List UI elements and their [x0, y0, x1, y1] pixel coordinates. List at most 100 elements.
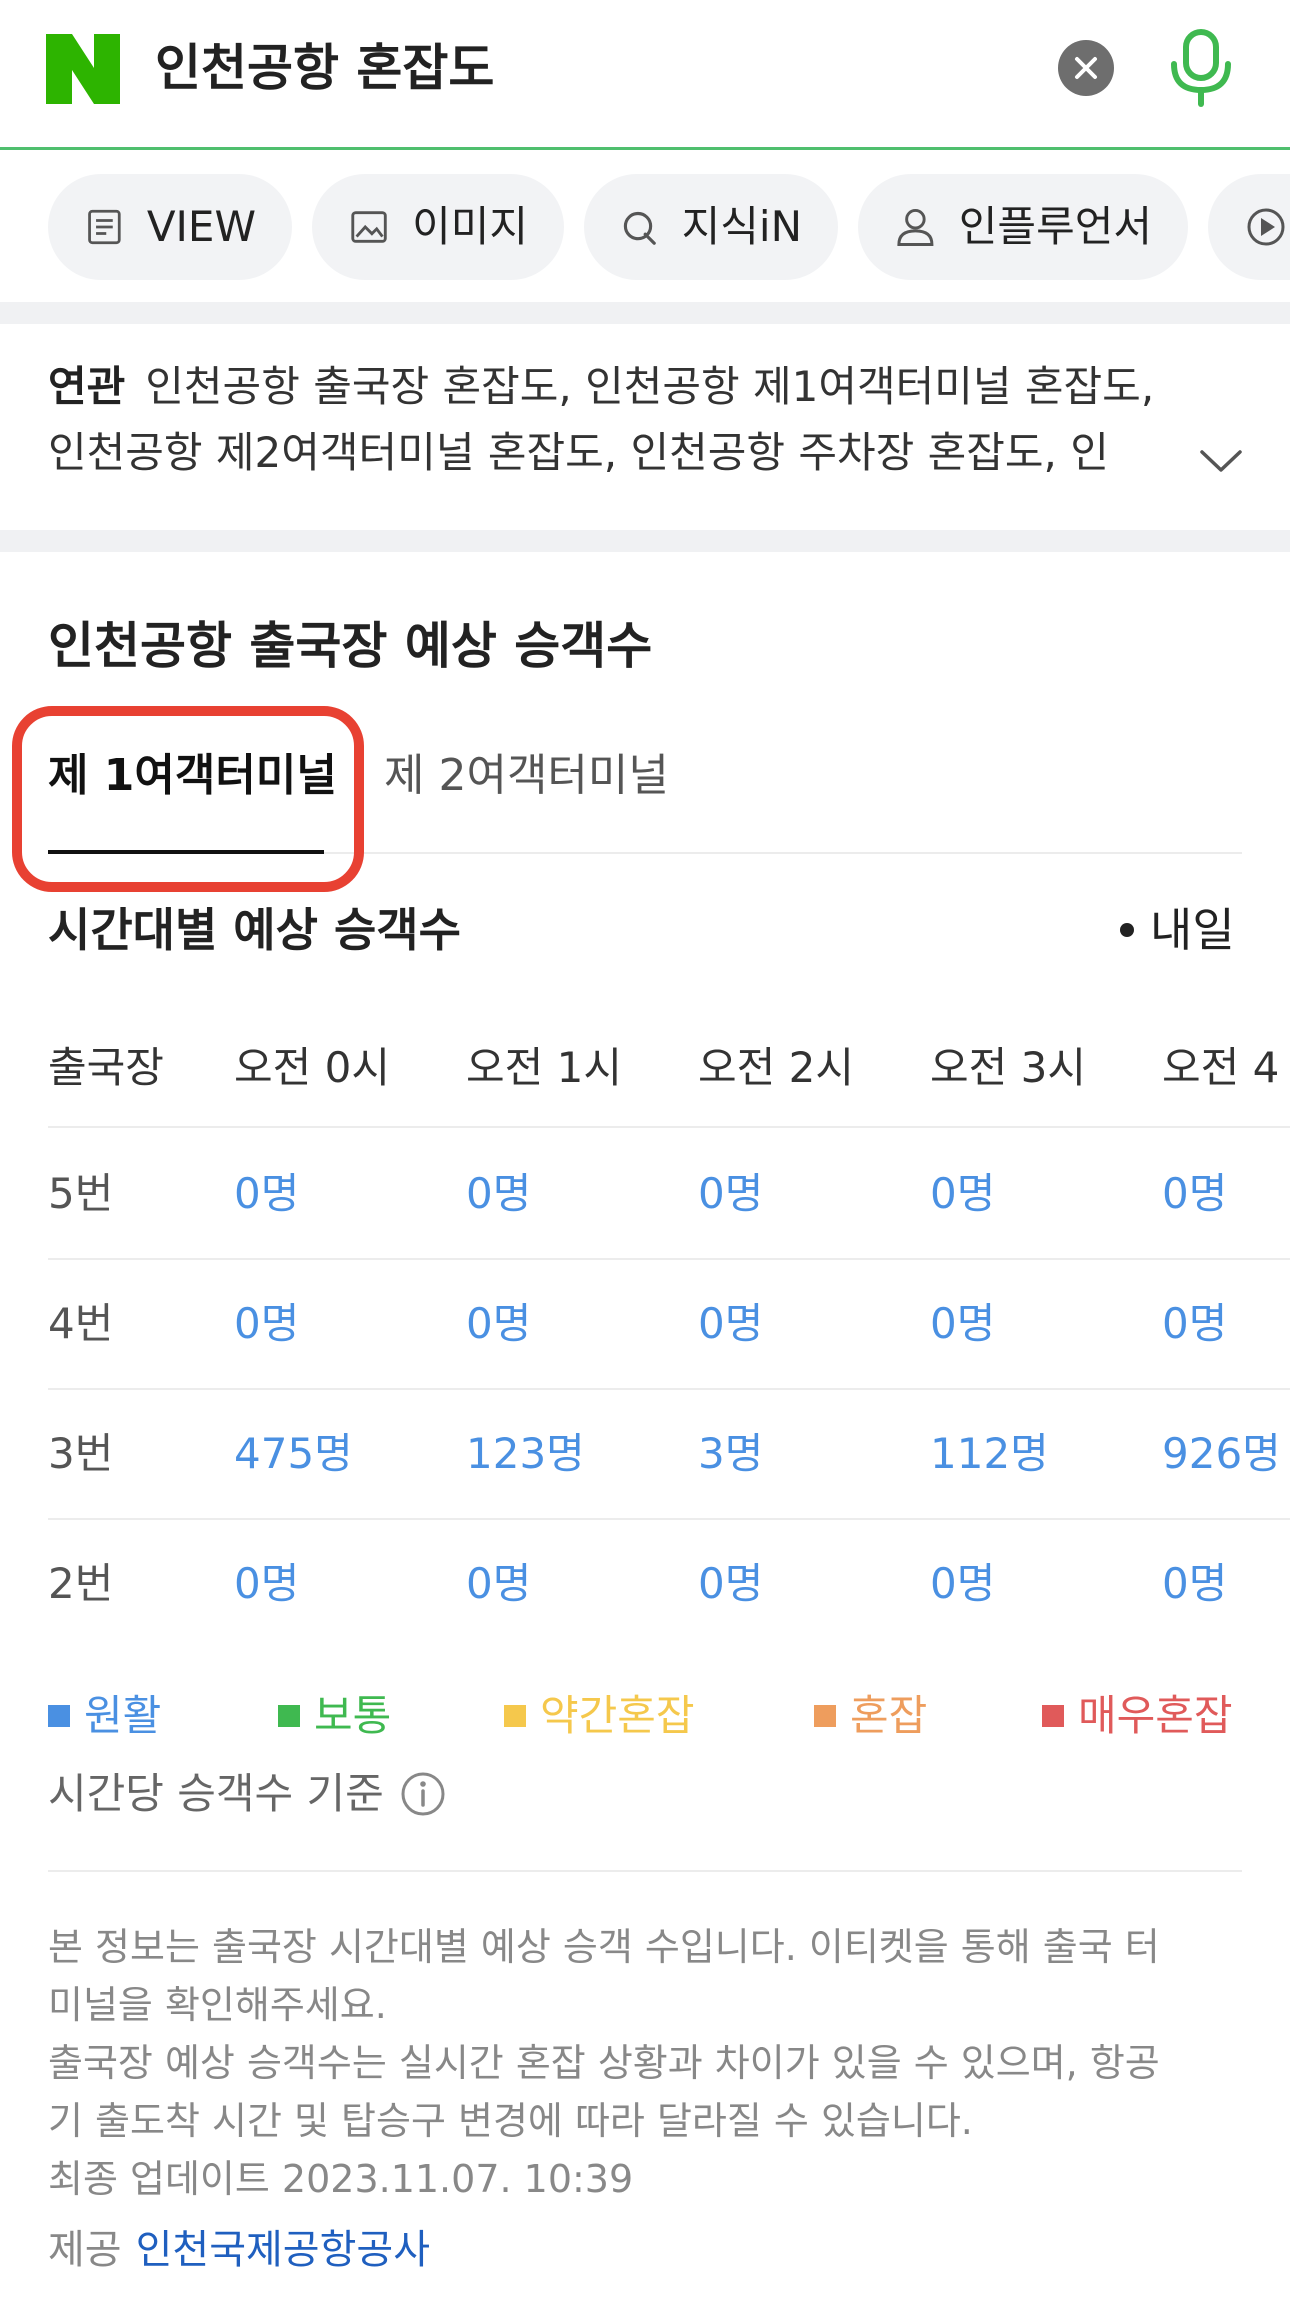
gate-label: 3번: [48, 1429, 114, 1478]
header-gate: 출국장: [48, 1043, 164, 1092]
passenger-count: 0명: [234, 1299, 300, 1348]
passenger-count: 112명: [930, 1429, 1049, 1478]
gate-label: 4번: [48, 1299, 114, 1348]
tab-view-label: VIEW: [146, 202, 256, 251]
document-icon: [88, 209, 121, 245]
passenger-count: 0명: [466, 1299, 532, 1348]
notice-line: 기 출도착 시간 및 탑승구 변경에 따라 달라질 수 있습니다.: [48, 2099, 973, 2143]
legend-item-smooth: 원활: [48, 1686, 161, 1746]
passenger-count: 0명: [466, 1169, 532, 1218]
header-hour: 오전 4: [1162, 1043, 1280, 1092]
related-label: 연관: [48, 362, 126, 411]
header-hour: 오전 0시: [234, 1043, 390, 1092]
tab-knowledge-in-label: 지식iN: [681, 202, 802, 251]
passenger-count: 0명: [1162, 1299, 1228, 1348]
header-hour: 오전 1시: [466, 1043, 622, 1092]
table-row: 3번 475명 123명 3명 112명 926명: [48, 1390, 1290, 1520]
passenger-count: 0명: [234, 1559, 300, 1608]
header-hour: 오전 2시: [698, 1043, 854, 1092]
section-title: 인천공항 출국장 예상 승객수: [48, 617, 653, 675]
passenger-count: 0명: [1162, 1559, 1228, 1608]
section-separator: [0, 530, 1290, 552]
microphone-icon[interactable]: [1168, 28, 1234, 108]
divider: [48, 1870, 1242, 1872]
passenger-count: 0명: [1162, 1169, 1228, 1218]
passenger-count: 0명: [698, 1169, 764, 1218]
close-icon: [1075, 57, 1097, 79]
gate-label: 5번: [48, 1169, 114, 1218]
notice-line: 미널을 확인해주세요.: [48, 1983, 387, 2027]
passenger-count: 3명: [698, 1429, 764, 1478]
passenger-count: 0명: [930, 1169, 996, 1218]
legend-item-crowded: 혼잡: [814, 1686, 927, 1746]
passenger-count: 926명: [1162, 1429, 1281, 1478]
search-query-text[interactable]: 인천공항 혼잡도: [155, 36, 494, 100]
legend-swatch: [48, 1705, 70, 1727]
basis-note: 시간당 승객수 기준: [48, 1764, 446, 1824]
legend-label: 보통: [314, 1691, 392, 1740]
passenger-count: 123명: [466, 1429, 585, 1478]
passenger-table[interactable]: 출국장 오전 0시 오전 1시 오전 2시 오전 3시 오전 4 5번 0명 0…: [48, 1008, 1290, 1648]
legend-swatch: [814, 1705, 836, 1727]
tab-images-label: 이미지: [412, 202, 528, 251]
tab-influencer[interactable]: 인플루언서: [858, 174, 1188, 280]
day-selector[interactable]: 내일: [1120, 900, 1235, 960]
passenger-count: 0명: [698, 1299, 764, 1348]
last-updated: 최종 업데이트 2023.11.07. 10:39: [48, 2157, 634, 2201]
legend-swatch: [504, 1705, 526, 1727]
section-separator: [0, 302, 1290, 324]
tab-video[interactable]: [1208, 174, 1290, 280]
tab-influencer-label: 인플루언서: [958, 202, 1152, 251]
info-icon[interactable]: [400, 1771, 446, 1817]
naver-logo[interactable]: [46, 34, 120, 104]
notice-text: 본 정보는 출국장 시간대별 예상 승객 수입니다. 이티켓을 통해 출국 터 …: [48, 1918, 1248, 2208]
legend-label: 약간혼잡: [540, 1691, 695, 1740]
passenger-count: 0명: [466, 1559, 532, 1608]
legend-label: 매우혼잡: [1078, 1691, 1233, 1740]
related-terms-2[interactable]: 인천공항 제2여객터미널 혼잡도, 인천공항 주차장 혼잡도, 인: [48, 420, 1198, 486]
notice-line: 출국장 예상 승객수는 실시간 혼잡 상황과 차이가 있을 수 있으며, 항공: [48, 2041, 1160, 2085]
notice-line: 본 정보는 출국장 시간대별 예상 승객 수입니다. 이티켓을 통해 출국 터: [48, 1925, 1160, 1969]
passenger-count: 0명: [698, 1559, 764, 1608]
tab-images[interactable]: 이미지: [312, 174, 564, 280]
gate-label: 2번: [48, 1559, 114, 1608]
legend-label: 원활: [84, 1691, 162, 1740]
passenger-count: 0명: [930, 1559, 996, 1608]
table-header-row: 출국장 오전 0시 오전 1시 오전 2시 오전 3시 오전 4: [48, 1008, 1290, 1128]
legend-label: 혼잡: [850, 1691, 928, 1740]
passenger-count: 0명: [234, 1169, 300, 1218]
related-searches: 연관 인천공항 출국장 혼잡도, 인천공항 제1여객터미널 혼잡도, 인천공항 제…: [48, 354, 1248, 486]
image-icon: [351, 211, 387, 243]
hourly-forecast-title: 시간대별 예상 승객수: [48, 903, 461, 957]
header-hour: 오전 3시: [930, 1043, 1086, 1092]
person-icon: [897, 209, 934, 246]
chevron-down-icon[interactable]: [1198, 446, 1244, 476]
table-row: 5번 0명 0명 0명 0명 0명: [48, 1130, 1290, 1260]
search-bar: 인천공항 혼잡도: [0, 0, 1290, 150]
clear-search-button[interactable]: [1058, 40, 1114, 96]
day-selector-label: 내일: [1150, 903, 1235, 957]
passenger-count: 475명: [234, 1429, 353, 1478]
congestion-legend: 원활 보통 약간혼잡 혼잡 매우혼잡: [48, 1686, 1242, 1746]
legend-item-very-crowded: 매우혼잡: [1042, 1686, 1233, 1746]
related-terms-1[interactable]: 인천공항 출국장 혼잡도, 인천공항 제1여객터미널 혼잡도,: [145, 362, 1154, 411]
q-icon: [623, 211, 656, 245]
related-line-1: 연관 인천공항 출국장 혼잡도, 인천공항 제1여객터미널 혼잡도,: [48, 354, 1198, 420]
legend-item-slightly-crowded: 약간혼잡: [504, 1686, 695, 1746]
data-provider: 제공 인천국제공항공사: [48, 2220, 430, 2280]
table-row: 4번 0명 0명 0명 0명 0명: [48, 1260, 1290, 1390]
legend-item-normal: 보통: [278, 1686, 391, 1746]
tab-terminal-2[interactable]: 제 2여객터미널: [384, 746, 669, 806]
legend-swatch: [1042, 1705, 1064, 1727]
table-row: 2번 0명 0명 0명 0명 0명: [48, 1520, 1290, 1648]
highlight-annotation: [12, 706, 364, 892]
provider-label: 제공: [48, 2227, 122, 2273]
search-category-tabs: VIEW 이미지 지식iN 인플루언서: [0, 152, 1290, 302]
basis-text: 시간당 승객수 기준: [48, 1769, 384, 1818]
tab-knowledge-in[interactable]: 지식iN: [584, 174, 838, 280]
play-icon: [1247, 208, 1285, 246]
passenger-count: 0명: [930, 1299, 996, 1348]
tab-view[interactable]: VIEW: [48, 174, 292, 280]
legend-swatch: [278, 1705, 300, 1727]
provider-link[interactable]: 인천국제공항공사: [136, 2227, 430, 2273]
